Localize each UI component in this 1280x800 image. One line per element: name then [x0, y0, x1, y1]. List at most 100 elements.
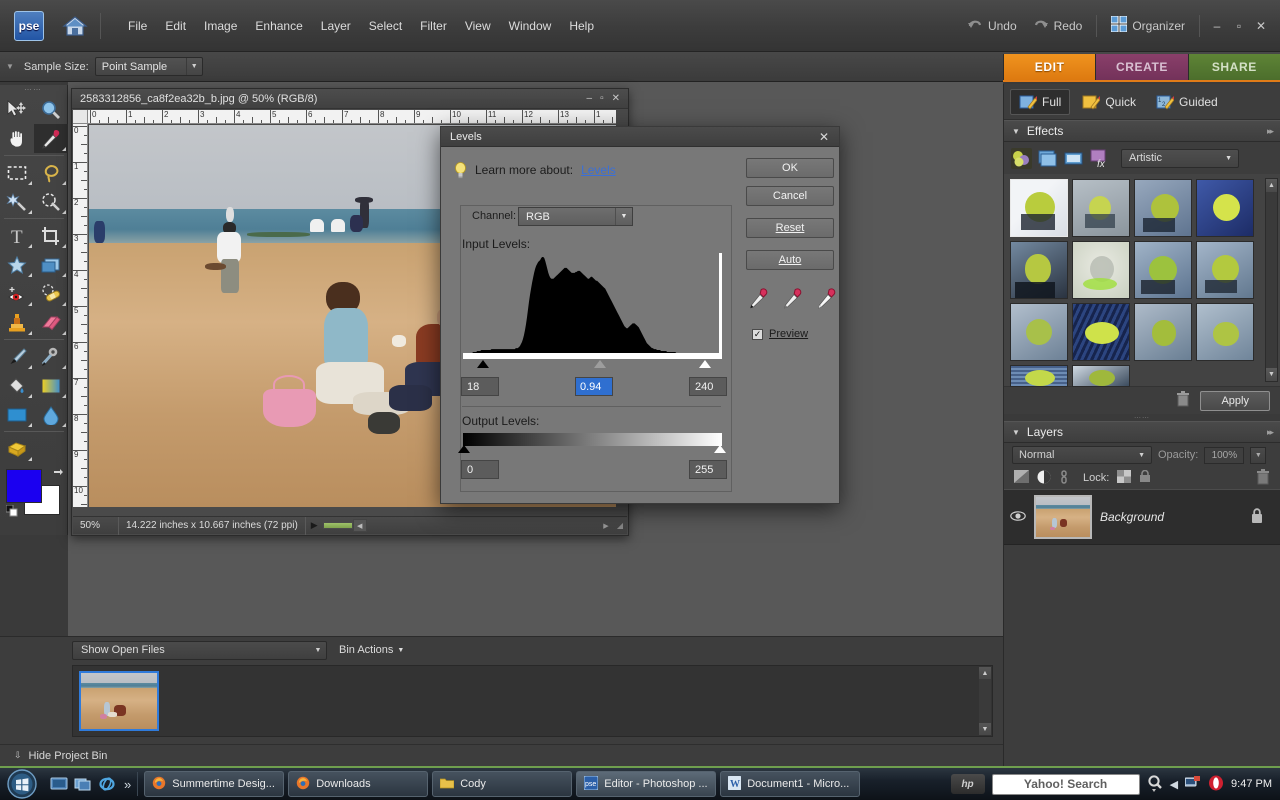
- show-desktop-icon[interactable]: [50, 775, 68, 793]
- layer-item-background[interactable]: Background: [1004, 489, 1280, 545]
- sponge-tool[interactable]: [0, 434, 34, 463]
- menu-select[interactable]: Select: [360, 15, 411, 37]
- windows-start-orb[interactable]: [2, 769, 42, 799]
- status-scroll-right-icon[interactable]: ▶: [599, 519, 613, 532]
- paint-bucket-tool[interactable]: [0, 371, 34, 400]
- scroll-down-arrow-icon[interactable]: ▼: [979, 723, 991, 735]
- effect-thumbnail[interactable]: [1196, 303, 1254, 361]
- input-gamma-value[interactable]: 0.94: [575, 377, 613, 396]
- scroll-down-arrow-icon[interactable]: ▼: [1266, 368, 1277, 381]
- resize-grip-icon[interactable]: ◢: [613, 519, 627, 533]
- double-chevron-right-icon[interactable]: »: [124, 777, 131, 792]
- apply-button[interactable]: Apply: [1200, 390, 1270, 411]
- vertical-ruler[interactable]: 0 1 2 3 4 5 6 7 8 9 10: [73, 124, 88, 507]
- cancel-button[interactable]: Cancel: [746, 186, 834, 206]
- scroll-up-arrow-icon[interactable]: ▲: [979, 667, 991, 679]
- effect-thumbnail[interactable]: [1196, 179, 1254, 237]
- auto-button[interactable]: Auto: [746, 250, 834, 270]
- collapse-triangle-icon[interactable]: ▼: [6, 62, 14, 71]
- triangle-down-icon[interactable]: ▼: [1012, 127, 1020, 136]
- layers-panel-header[interactable]: ▼ Layers ▸▸: [1004, 421, 1280, 443]
- opacity-slider-arrow-icon[interactable]: ▼: [1250, 446, 1267, 464]
- effect-thumbnail[interactable]: [1072, 241, 1130, 299]
- triangle-down-icon[interactable]: ▼: [1012, 428, 1020, 437]
- layer-styles-icon[interactable]: [1037, 148, 1058, 169]
- smart-brush-tool[interactable]: [34, 342, 68, 371]
- close-x-icon[interactable]: ✕: [815, 130, 833, 144]
- link-layers-icon[interactable]: [1059, 469, 1069, 487]
- bin-actions-button[interactable]: Bin Actions ▼: [339, 644, 404, 656]
- redo-button[interactable]: Redo: [1025, 14, 1091, 38]
- reset-button[interactable]: Reset: [746, 218, 834, 238]
- undo-button[interactable]: Undo: [959, 14, 1025, 38]
- effects-category-select[interactable]: Artistic ▼: [1121, 148, 1239, 168]
- menu-filter[interactable]: Filter: [411, 15, 456, 37]
- trash-icon[interactable]: [1256, 468, 1270, 488]
- output-black-value[interactable]: 0: [461, 460, 499, 479]
- input-white-value[interactable]: 240: [689, 377, 727, 396]
- home-icon[interactable]: [58, 9, 92, 43]
- blend-mode-select[interactable]: Normal ▼: [1012, 446, 1152, 464]
- eraser-tool[interactable]: [34, 308, 68, 337]
- zoom-level[interactable]: 50%: [73, 516, 119, 535]
- menu-layer[interactable]: Layer: [312, 15, 360, 37]
- tab-edit[interactable]: EDIT: [1003, 54, 1096, 80]
- taskbar-item-downloads[interactable]: Downloads: [288, 771, 429, 797]
- set-gray-point-eyedropper[interactable]: [782, 288, 804, 313]
- document-title-bar[interactable]: 2583312856_ca8f2ea32b_b.jpg @ 50% (RGB/8…: [72, 89, 628, 109]
- bin-filter-select[interactable]: Show Open Files ▼: [72, 640, 327, 660]
- ok-button[interactable]: OK: [746, 158, 834, 178]
- bin-thumbnail[interactable]: [79, 671, 159, 731]
- output-white-slider[interactable]: [714, 445, 726, 453]
- effect-thumbnail[interactable]: [1196, 241, 1254, 299]
- trash-icon[interactable]: [1176, 391, 1190, 410]
- menu-image[interactable]: Image: [195, 15, 246, 37]
- swap-colors-icon[interactable]: [52, 467, 64, 482]
- taskbar-item-photoshop-editor[interactable]: pse Editor - Photoshop ...: [576, 771, 717, 797]
- foreground-color-swatch[interactable]: [6, 469, 42, 503]
- magic-wand-tool[interactable]: [0, 187, 34, 216]
- tab-create[interactable]: CREATE: [1095, 54, 1188, 80]
- effects-panel-header[interactable]: ▼ Effects ▸▸: [1004, 120, 1280, 142]
- quick-selection-tool[interactable]: [34, 187, 68, 216]
- output-black-slider[interactable]: [458, 445, 470, 453]
- default-colors-icon[interactable]: [5, 504, 18, 517]
- close-button[interactable]: ✕: [1250, 16, 1272, 36]
- type-tool[interactable]: T: [0, 221, 34, 250]
- minimize-button[interactable]: –: [1206, 16, 1228, 36]
- levels-title-bar[interactable]: Levels ✕: [441, 127, 839, 147]
- sample-size-select[interactable]: Point Sample ▼: [94, 57, 203, 76]
- input-white-point-slider[interactable]: [699, 360, 711, 368]
- menu-help[interactable]: Help: [560, 15, 603, 37]
- document-close-button[interactable]: ✕: [612, 93, 620, 104]
- dots-grip-icon[interactable]: ⋯⋯: [0, 85, 67, 95]
- crop-tool[interactable]: [34, 221, 68, 250]
- output-white-value[interactable]: 255: [689, 460, 727, 479]
- show-hidden-icons-chevron[interactable]: ◀: [1170, 778, 1178, 791]
- input-black-point-slider[interactable]: [477, 360, 489, 368]
- panel-resize-grip[interactable]: ⋯⋯: [1004, 414, 1280, 422]
- clone-stamp-tool[interactable]: [0, 308, 34, 337]
- preview-row[interactable]: ✓ Preview: [752, 328, 808, 340]
- opera-icon[interactable]: [1208, 775, 1224, 794]
- double-chevron-right-icon[interactable]: ▸▸: [1267, 126, 1274, 137]
- edit-mode-quick[interactable]: Quick: [1074, 90, 1144, 114]
- move-tool[interactable]: [0, 95, 34, 124]
- network-icon[interactable]: [1184, 775, 1201, 793]
- play-triangle-icon[interactable]: ▶: [306, 520, 323, 531]
- effect-thumbnail[interactable]: [1072, 179, 1130, 237]
- new-fill-layer-icon[interactable]: [1014, 470, 1029, 486]
- set-black-point-eyedropper[interactable]: [748, 288, 770, 313]
- effect-thumbnail[interactable]: [1134, 179, 1192, 237]
- menu-edit[interactable]: Edit: [156, 15, 195, 37]
- effect-thumbnail[interactable]: [1010, 179, 1068, 237]
- lock-transparency-icon[interactable]: [1117, 470, 1132, 486]
- gradient-tool[interactable]: [34, 371, 68, 400]
- filters-icon[interactable]: [1011, 147, 1032, 169]
- menu-window[interactable]: Window: [500, 15, 561, 37]
- hand-tool[interactable]: [0, 124, 34, 153]
- effect-thumbnail[interactable]: [1072, 365, 1130, 387]
- effect-thumbnail[interactable]: [1010, 365, 1068, 387]
- edit-mode-guided[interactable]: 12 Guided: [1148, 90, 1226, 114]
- maximize-button[interactable]: ▫: [1228, 16, 1250, 36]
